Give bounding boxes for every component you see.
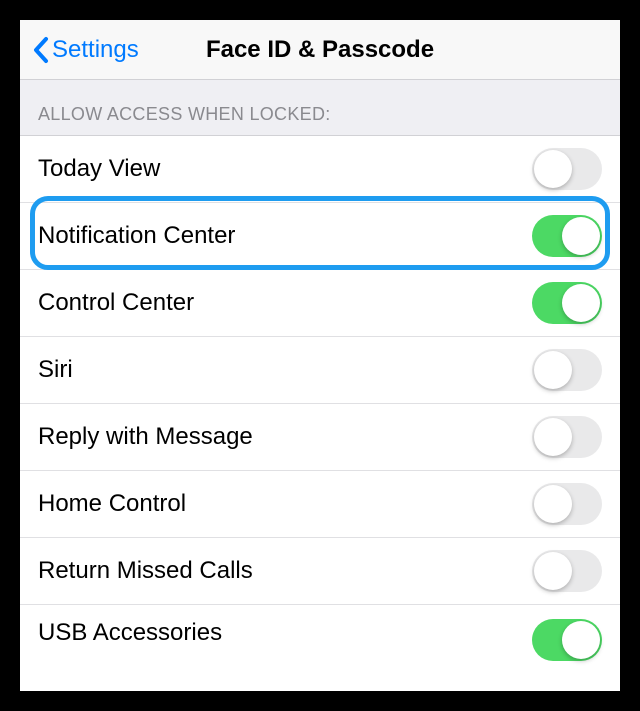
- toggle-knob: [534, 351, 572, 389]
- setting-row-today-view[interactable]: Today View: [20, 136, 620, 203]
- toggle-siri[interactable]: [532, 349, 602, 391]
- toggle-reply-with-message[interactable]: [532, 416, 602, 458]
- setting-row-siri[interactable]: Siri: [20, 337, 620, 404]
- toggle-knob: [562, 217, 600, 255]
- setting-label: Control Center: [38, 289, 194, 317]
- page-title: Face ID & Passcode: [206, 36, 434, 64]
- setting-label: Return Missed Calls: [38, 557, 253, 585]
- toggle-today-view[interactable]: [532, 148, 602, 190]
- setting-label: USB Accessories: [38, 619, 222, 647]
- chevron-left-icon: [32, 36, 50, 64]
- back-button[interactable]: Settings: [32, 36, 139, 64]
- toggle-knob: [562, 621, 600, 659]
- toggle-knob: [534, 485, 572, 523]
- setting-label: Today View: [38, 155, 160, 183]
- setting-row-usb-accessories[interactable]: USB Accessories: [20, 605, 620, 667]
- toggle-knob: [534, 418, 572, 456]
- setting-row-return-missed-calls[interactable]: Return Missed Calls: [20, 538, 620, 605]
- setting-row-home-control[interactable]: Home Control: [20, 471, 620, 538]
- toggle-knob: [534, 150, 572, 188]
- toggle-return-missed-calls[interactable]: [532, 550, 602, 592]
- section-header: ALLOW ACCESS WHEN LOCKED:: [20, 80, 620, 136]
- toggle-knob: [534, 552, 572, 590]
- setting-label: Notification Center: [38, 222, 235, 250]
- toggle-usb-accessories[interactable]: [532, 619, 602, 661]
- toggle-notification-center[interactable]: [532, 215, 602, 257]
- toggle-control-center[interactable]: [532, 282, 602, 324]
- setting-row-control-center[interactable]: Control Center: [20, 270, 620, 337]
- back-label: Settings: [52, 36, 139, 64]
- setting-label: Siri: [38, 356, 73, 384]
- setting-row-notification-center[interactable]: Notification Center: [20, 203, 620, 270]
- setting-label: Home Control: [38, 490, 186, 518]
- toggle-knob: [562, 284, 600, 322]
- settings-screen: Settings Face ID & Passcode ALLOW ACCESS…: [20, 20, 620, 691]
- setting-row-reply-with-message[interactable]: Reply with Message: [20, 404, 620, 471]
- setting-label: Reply with Message: [38, 423, 253, 451]
- navigation-bar: Settings Face ID & Passcode: [20, 20, 620, 80]
- toggle-home-control[interactable]: [532, 483, 602, 525]
- settings-list: Today View Notification Center Control C…: [20, 136, 620, 691]
